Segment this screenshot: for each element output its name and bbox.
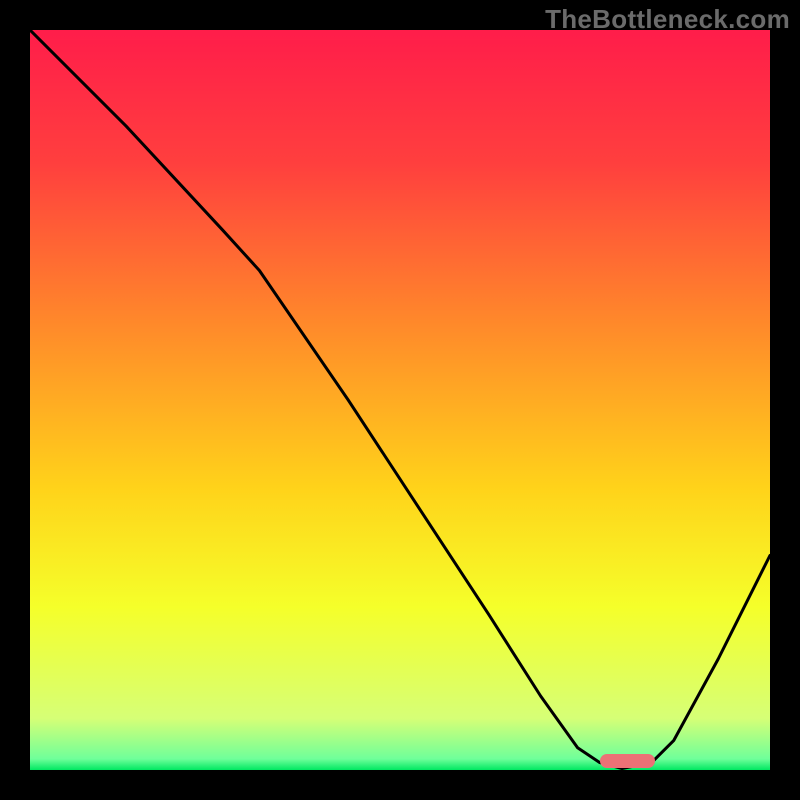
watermark-text: TheBottleneck.com bbox=[545, 4, 790, 35]
chart-frame: TheBottleneck.com bbox=[0, 0, 800, 800]
optimal-range-marker bbox=[600, 754, 656, 768]
plot-area bbox=[30, 30, 770, 770]
bottleneck-curve bbox=[30, 30, 770, 769]
curve-overlay bbox=[30, 30, 770, 770]
